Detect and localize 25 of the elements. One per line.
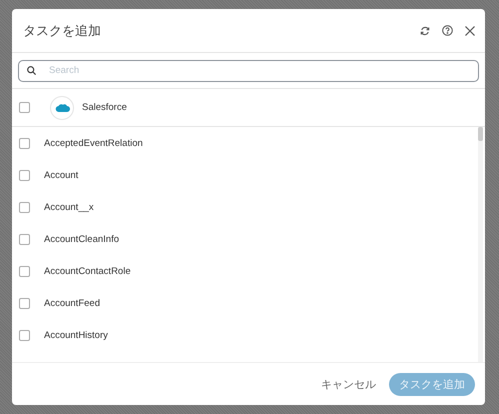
checkbox[interactable] [19, 234, 30, 244]
item-label: AcceptedEventRelation [44, 138, 143, 148]
search-field[interactable]: Search [18, 60, 479, 82]
checkbox[interactable] [19, 170, 30, 180]
item-label: AccountContactRole [44, 266, 131, 276]
cancel-button[interactable]: キャンセル [317, 372, 380, 396]
search-icon [27, 66, 36, 74]
scrollbar[interactable] [478, 127, 483, 362]
checkbox[interactable] [19, 202, 30, 212]
help-icon[interactable] [442, 25, 453, 36]
checkbox[interactable] [19, 298, 30, 308]
item-label: Account__x [44, 202, 94, 212]
item-label: AccountHistory [44, 330, 108, 340]
cloud-logo-icon [50, 96, 74, 120]
checkbox[interactable] [19, 330, 30, 340]
checkbox[interactable] [19, 266, 30, 276]
checkbox[interactable] [19, 138, 30, 148]
dialog-title: タスクを追加 [23, 22, 102, 40]
close-icon[interactable] [465, 26, 475, 36]
item-label: Account [44, 170, 78, 180]
refresh-icon[interactable] [420, 26, 430, 36]
checkbox[interactable] [19, 102, 30, 113]
item-label: Salesforce [82, 102, 127, 113]
item-label: AccountCleanInfo [44, 234, 119, 244]
item-label: AccountFeed [44, 298, 100, 308]
